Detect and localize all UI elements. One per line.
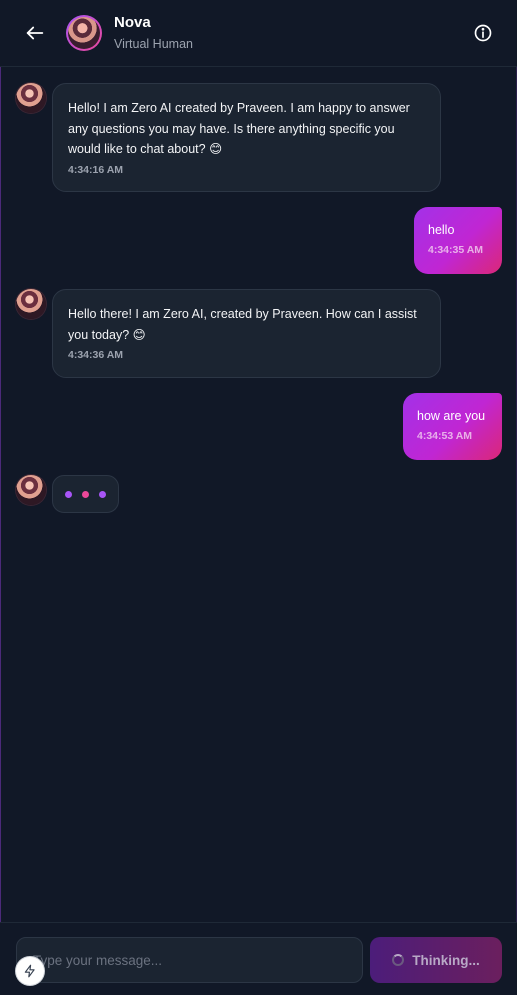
message-time: 4:34:16 AM	[68, 163, 124, 176]
contact-status: Virtual Human	[114, 37, 193, 51]
typing-dot	[65, 490, 72, 498]
lightning-icon	[24, 964, 35, 978]
typing-indicator	[52, 475, 119, 513]
back-button[interactable]	[22, 20, 48, 46]
send-button-label: Thinking...	[412, 952, 480, 968]
arrow-left-icon	[26, 26, 44, 40]
bot-message: Hello! I am Zero AI created by Praveen. …	[52, 83, 441, 192]
message-text: hello	[428, 223, 455, 237]
user-message: hello 4:34:35 AM	[414, 207, 502, 274]
bot-avatar	[16, 83, 46, 113]
bot-avatar	[16, 475, 46, 505]
typing-dot	[82, 490, 89, 498]
message-time: 4:34:35 AM	[428, 244, 484, 256]
info-button[interactable]	[472, 22, 494, 44]
avatar	[66, 15, 102, 51]
message-input[interactable]	[16, 937, 363, 983]
contact-name: Nova	[114, 14, 151, 31]
send-button[interactable]: Thinking...	[370, 937, 502, 983]
message-text: Hello! I am Zero AI created by Praveen. …	[68, 101, 410, 156]
user-message: how are you 4:34:53 AM	[403, 393, 502, 460]
quick-action-button[interactable]	[16, 957, 44, 985]
message-time: 4:34:36 AM	[68, 349, 124, 361]
info-icon	[474, 24, 492, 42]
message-text: Hello there! I am Zero AI, created by Pr…	[68, 307, 417, 342]
typing-dot	[99, 490, 106, 498]
bot-message: Hello there! I am Zero AI, created by Pr…	[52, 289, 441, 378]
message-time: 4:34:53 AM	[417, 430, 473, 442]
bot-avatar	[16, 289, 46, 319]
spinner-icon	[392, 954, 405, 966]
chat-header: Nova Virtual Human	[0, 0, 517, 67]
message-text: how are you	[417, 409, 486, 423]
